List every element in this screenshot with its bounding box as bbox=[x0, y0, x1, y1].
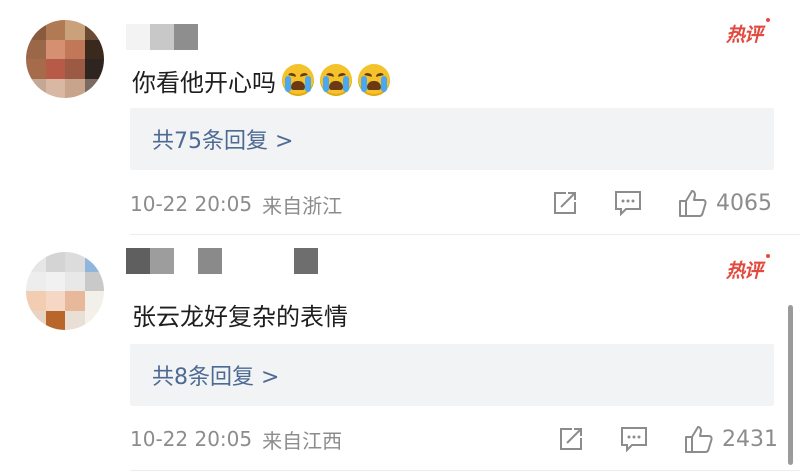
location: 来自江西 bbox=[262, 428, 343, 453]
comment-text: 张云龙好复杂的表情 bbox=[132, 302, 348, 331]
comment-item: 热评 张云龙好复杂的表情 共8条回复 > 10-22 20:05 来自江西 24… bbox=[0, 0, 800, 471]
timestamp: 10-22 20:05 bbox=[130, 427, 253, 451]
like-icon[interactable] bbox=[684, 424, 714, 454]
comment-icon[interactable] bbox=[620, 426, 648, 453]
scrollbar[interactable] bbox=[788, 305, 793, 465]
username-pixelated[interactable] bbox=[126, 248, 318, 274]
divider bbox=[130, 470, 800, 471]
avatar[interactable] bbox=[26, 252, 104, 330]
like-count: 2431 bbox=[722, 426, 778, 452]
comment-text-row: 张云龙好复杂的表情 bbox=[132, 296, 348, 332]
replies-link-label: 共8条回复 > bbox=[152, 365, 280, 390]
share-icon[interactable] bbox=[558, 426, 584, 452]
replies-link[interactable]: 共8条回复 > bbox=[130, 344, 774, 406]
hot-badge-label: 热评 bbox=[726, 260, 763, 282]
comment-actions: 2431 bbox=[558, 424, 778, 454]
badge-dot bbox=[766, 254, 770, 258]
comment-meta: 10-22 20:05 来自江西 bbox=[130, 425, 342, 453]
hot-comment-badge: 热评 bbox=[726, 254, 774, 286]
